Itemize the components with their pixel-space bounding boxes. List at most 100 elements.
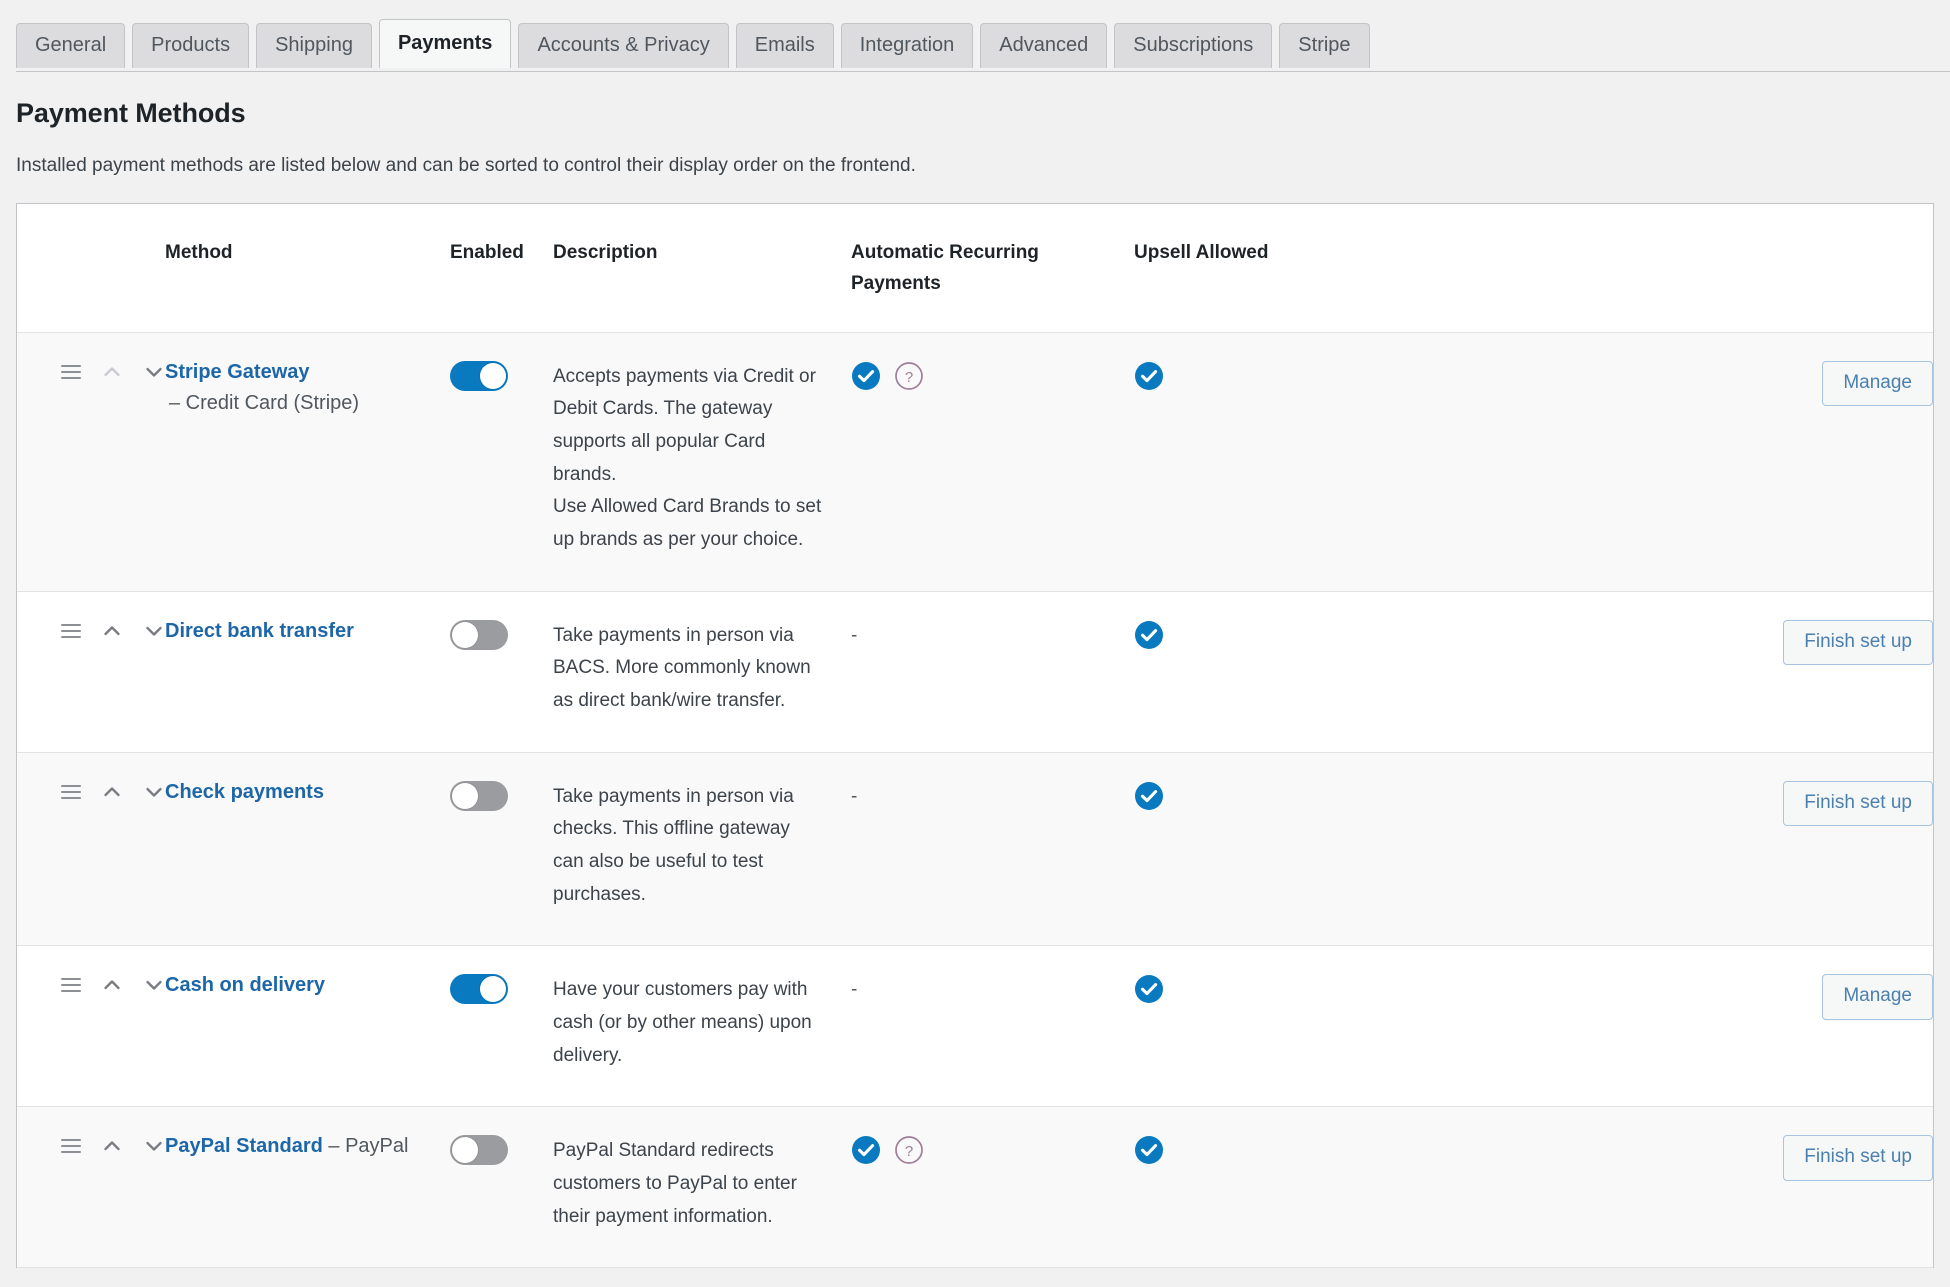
description-cell: Take payments in person via BACS. More c… — [553, 591, 851, 753]
method-name-link[interactable]: PayPal Standard — [165, 1135, 323, 1157]
table-row: Check payments Take payments in person vi… — [17, 752, 1933, 947]
drag-handle-icon[interactable] — [61, 784, 81, 799]
upsell-allowed-cell — [1134, 752, 1419, 947]
table-row: PayPal Standard – PayPal PayPal Standard … — [17, 1106, 1933, 1269]
sort-controls-cell — [17, 752, 165, 947]
check-circle-icon — [1134, 1135, 1419, 1165]
chevron-down-icon[interactable] — [143, 620, 165, 642]
drag-handle-icon[interactable] — [61, 1139, 81, 1154]
method-cell: Check payments — [165, 752, 450, 947]
toggle-knob — [480, 362, 506, 389]
action-cell: Finish set up — [1419, 1106, 1933, 1269]
tab-label: Emails — [754, 34, 815, 56]
chevron-up-icon[interactable] — [101, 361, 123, 383]
description-cell: PayPal Standard redirects customers to P… — [553, 1106, 851, 1269]
enabled-toggle[interactable] — [450, 780, 508, 811]
tab-general[interactable]: General — [16, 23, 126, 68]
description-cell: Accepts payments via Credit or Debit Car… — [553, 332, 851, 592]
tab-label: Subscriptions — [1133, 34, 1254, 56]
page-title: Payment Methods — [16, 98, 246, 128]
table-row: Direct bank transfer Take payments in per… — [17, 591, 1933, 753]
recurring-payments-cell: - — [851, 945, 1134, 1108]
tab-advanced[interactable]: Advanced — [980, 23, 1108, 68]
tab-integration[interactable]: Integration — [840, 23, 974, 68]
chevron-down-icon[interactable] — [143, 974, 165, 996]
table-row: Cash on delivery Have your customers pay … — [17, 945, 1933, 1108]
column-header-description: Description — [553, 204, 851, 333]
check-circle-icon — [851, 361, 881, 391]
tab-label: Stripe — [1298, 34, 1351, 56]
method-description: Take payments in person via BACS. More c… — [553, 620, 825, 718]
sort-controls-cell — [17, 591, 165, 753]
toggle-knob — [480, 976, 506, 1003]
chevron-down-icon[interactable] — [143, 361, 165, 383]
method-name-link[interactable]: Direct bank transfer — [165, 620, 354, 642]
action-cell: Finish set up — [1419, 752, 1933, 947]
recurring-payments-cell: ? — [851, 1106, 1134, 1269]
method-cell: Cash on delivery — [165, 945, 450, 1108]
upsell-allowed-cell — [1134, 332, 1419, 592]
tab-products[interactable]: Products — [132, 23, 250, 68]
tab-payments[interactable]: Payments — [378, 19, 512, 68]
enabled-toggle[interactable] — [450, 1135, 508, 1166]
method-subtitle: – Credit Card (Stripe) — [169, 391, 360, 414]
help-circle-icon[interactable]: ? — [894, 1135, 924, 1165]
check-circle-icon — [1134, 620, 1419, 650]
tab-accounts-privacy[interactable]: Accounts & Privacy — [518, 23, 729, 68]
enabled-toggle[interactable] — [450, 974, 508, 1005]
method-name-link[interactable]: Stripe Gateway — [165, 361, 310, 383]
column-header-action — [1419, 204, 1933, 333]
tab-label: Integration — [859, 34, 955, 56]
finish-setup-button[interactable]: Finish set up — [1783, 619, 1933, 666]
tab-subscriptions[interactable]: Subscriptions — [1114, 23, 1273, 68]
method-cell: PayPal Standard – PayPal — [165, 1106, 450, 1269]
sort-controls-cell — [17, 945, 165, 1108]
tab-shipping[interactable]: Shipping — [256, 23, 372, 68]
tab-label: Payments — [397, 32, 493, 54]
tab-label: Shipping — [275, 34, 353, 56]
enabled-cell — [450, 1106, 553, 1269]
help-circle-icon[interactable]: ? — [894, 361, 924, 391]
check-circle-icon — [1134, 361, 1419, 391]
finish-setup-button[interactable]: Finish set up — [1783, 1135, 1933, 1182]
payment-methods-table: Method Enabled Description Automatic Rec… — [17, 204, 1933, 1269]
drag-handle-icon[interactable] — [61, 978, 81, 993]
chevron-up-icon[interactable] — [101, 1135, 123, 1157]
no-value-dash: - — [851, 979, 858, 1001]
action-cell: Manage — [1419, 332, 1933, 592]
finish-setup-button[interactable]: Finish set up — [1783, 780, 1933, 827]
chevron-down-icon[interactable] — [143, 781, 165, 803]
method-name-link[interactable]: Cash on delivery — [165, 974, 325, 996]
enabled-toggle[interactable] — [450, 360, 508, 391]
enabled-cell — [450, 945, 553, 1108]
enabled-cell — [450, 752, 553, 947]
drag-handle-icon[interactable] — [61, 364, 81, 379]
description-line: Use Allowed Card Brands to set up brands… — [553, 496, 822, 550]
tab-stripe[interactable]: Stripe — [1279, 23, 1370, 68]
column-header-recurring: Automatic Recurring Payments — [851, 204, 1134, 333]
method-name-link[interactable]: Check payments — [165, 781, 324, 803]
tab-label: Products — [151, 34, 231, 56]
tab-label: General — [35, 34, 107, 56]
manage-button[interactable]: Manage — [1822, 360, 1933, 407]
recurring-header-line2: Payments — [851, 272, 941, 294]
column-header-method: Method — [165, 204, 450, 333]
table-header: Method Enabled Description Automatic Rec… — [17, 204, 1933, 333]
drag-handle-icon[interactable] — [61, 623, 81, 638]
settings-tab-bar: General Products Shipping Payments Accounts … — [0, 0, 1950, 72]
toggle-knob — [452, 1137, 478, 1164]
toggle-knob — [452, 782, 478, 809]
description-cell: Have your customers pay with cash (or by… — [553, 945, 851, 1108]
manage-button[interactable]: Manage — [1822, 974, 1933, 1021]
sort-controls-cell — [17, 1106, 165, 1269]
table-row: Stripe Gateway – Credit Card (Stripe) Acce… — [17, 332, 1933, 592]
upsell-allowed-cell — [1134, 1106, 1419, 1269]
chevron-up-icon[interactable] — [101, 781, 123, 803]
table-body: Stripe Gateway – Credit Card (Stripe) Acce… — [17, 332, 1933, 1269]
column-header-sort — [17, 204, 165, 333]
tab-emails[interactable]: Emails — [735, 23, 834, 68]
chevron-down-icon[interactable] — [143, 1135, 165, 1157]
chevron-up-icon[interactable] — [101, 974, 123, 996]
chevron-up-icon[interactable] — [101, 620, 123, 642]
enabled-toggle[interactable] — [450, 619, 508, 650]
